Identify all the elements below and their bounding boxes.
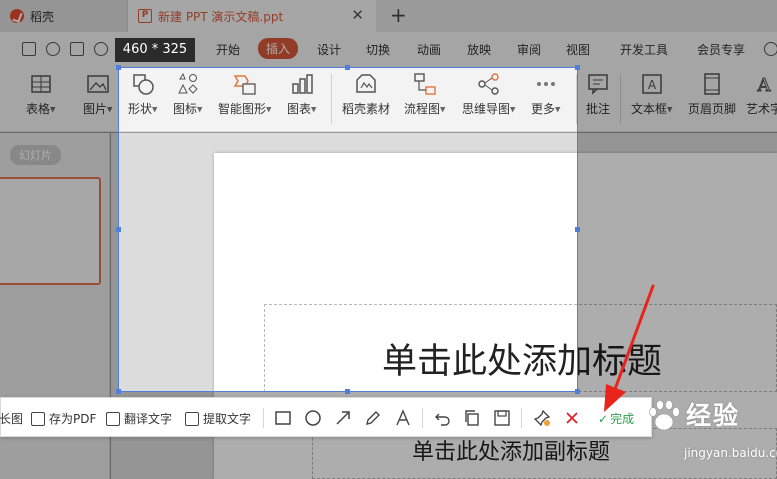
toolbar-divider [521,408,522,428]
resize-handle[interactable] [575,227,580,232]
text-tool-icon[interactable] [394,409,412,427]
pen-tool-icon[interactable] [364,409,382,427]
resize-handle[interactable] [116,227,121,232]
save-icon[interactable] [493,409,511,427]
watermark: 经验 jingyan.baidu.com [646,396,777,466]
watermark-url: jingyan.baidu.com [684,446,777,460]
cancel-icon[interactable] [563,409,581,427]
resize-handle[interactable] [575,389,580,394]
selection-size-label: 460 * 325 [115,38,195,62]
toolbar-divider [422,408,423,428]
translate-text-button[interactable]: 翻译文字 [106,410,172,427]
translate-icon [106,411,120,426]
capture-toolbar: 长图 存为PDF 翻译文字 提取文字 ✓ 完成 [0,397,652,437]
resize-handle[interactable] [116,389,121,394]
rectangle-tool-icon[interactable] [274,409,292,427]
extract-text-button[interactable]: 提取文字 [185,410,251,427]
watermark-title: 经验 [686,401,741,430]
translate-label: 翻译文字 [124,412,173,426]
resize-handle[interactable] [345,65,350,70]
save-pdf-label: 存为PDF [49,412,97,426]
copy-icon[interactable] [463,409,481,427]
extract-text-icon [185,411,199,426]
resize-handle[interactable] [575,65,580,70]
resize-handle[interactable] [116,65,121,70]
paw-logo-icon [649,400,680,431]
undo-icon[interactable] [433,409,451,427]
pdf-icon [31,411,45,426]
resize-handle[interactable] [345,389,350,394]
pin-icon[interactable] [533,409,551,427]
capture-selection[interactable] [118,67,578,392]
long-screenshot-button[interactable]: 长图 [0,410,23,427]
save-pdf-button[interactable]: 存为PDF [31,410,96,427]
arrow-tool-icon[interactable] [334,409,352,427]
toolbar-divider [263,408,264,428]
extract-label: 提取文字 [203,412,252,426]
ellipse-tool-icon[interactable] [304,409,322,427]
